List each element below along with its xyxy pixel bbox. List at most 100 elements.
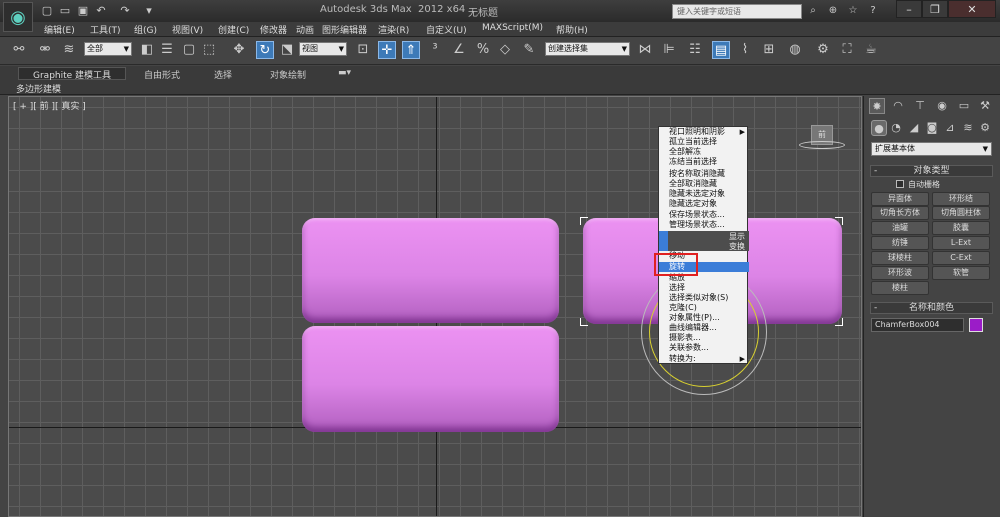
name-and-color-rollout[interactable]: - 名称和颜色 [870,302,993,314]
tab-selection[interactable]: 选择 [214,68,232,81]
render-setup-icon[interactable]: ⚙ [814,41,832,59]
redo-icon[interactable]: ↷ [118,4,132,18]
create-tab-icon[interactable]: ✸ [869,98,885,114]
quad-item-hide-selection[interactable]: 隐藏选定对象 [659,199,749,209]
quad-item-convert-to[interactable]: 转换为: ▶ [659,354,749,364]
quad-item-isolate-selection[interactable]: 孤立当前选择 [659,137,749,147]
help-icon[interactable]: ? [866,4,880,18]
quad-item-dope-sheet[interactable]: 摄影表... [659,333,749,343]
quad-item-save-scene-state[interactable]: 保存场景状态... [659,210,749,220]
quad-item-hide-unselected[interactable]: 隐藏未选定对象 [659,189,749,199]
quad-item-unhide-all[interactable]: 全部取消隐藏 [659,179,749,189]
select-and-link-icon[interactable]: ⚯ [10,41,28,59]
quad-item-unhide-by-name[interactable]: 按名称取消隐藏 [659,169,749,179]
quad-item-manage-scene-states[interactable]: 管理场景状态... [659,220,749,230]
polygon-modeling-label[interactable]: 多边形建模 [16,82,61,95]
edit-named-selection-icon[interactable]: ✎ [520,41,538,59]
object-name-field[interactable]: ChamferBox004 [871,318,964,332]
app-logo-icon[interactable]: ◉ [3,2,33,32]
window-crossing-icon[interactable]: ⬚ [200,41,218,59]
dropdown-icon[interactable]: ▾ [142,4,156,18]
display-tab-icon[interactable]: ▭ [956,98,972,114]
bind-space-warp-icon[interactable]: ≋ [60,41,78,59]
ringwave-button[interactable]: 环形波 [871,266,929,280]
oil-tank-button[interactable]: 油罐 [871,221,929,235]
viewcube-ring[interactable] [799,141,845,149]
schematic-view-icon[interactable]: ⊞ [760,41,778,59]
quad-item-curve-editor[interactable]: 曲线编辑器... [659,323,749,333]
spinner-snap-icon[interactable]: ◇ [496,41,514,59]
menu-maxscript[interactable]: MAXScript(M) [482,23,543,33]
menu-create[interactable]: 创建(C) [218,23,249,36]
rectangular-selection-icon[interactable]: ▢ [180,41,198,59]
search-input[interactable]: 键入关键字或短语 [672,4,802,19]
menu-graph-editors[interactable]: 图形编辑器 [322,23,367,36]
menu-edit[interactable]: 编辑(E) [44,23,75,36]
capsule-button[interactable]: 胶囊 [932,221,990,235]
geometry-icon[interactable]: ● [871,120,887,136]
object-type-rollout[interactable]: - 对象类型 [870,165,993,177]
quad-item-freeze-selection[interactable]: 冻结当前选择 [659,157,749,167]
menu-customize[interactable]: 自定义(U) [426,23,467,36]
quad-item-select[interactable]: 选择 [659,283,749,293]
save-icon[interactable]: ▣ [76,4,90,18]
layer-manager-icon[interactable]: ☷ [686,41,704,59]
selection-filter-dropdown[interactable]: 全部 ▼ [84,42,132,56]
motion-tab-icon[interactable]: ◉ [934,98,950,114]
cameras-icon[interactable]: ◙ [924,120,940,136]
chamfer-cylinder-button[interactable]: 切角圆柱体 [932,206,990,220]
subscription-icon[interactable]: ⊕ [826,4,840,18]
menu-animation[interactable]: 动画 [296,23,314,36]
render-teapot-icon[interactable]: ☕ [862,41,880,59]
chamfer-box-button[interactable]: 切角长方体 [871,206,929,220]
tab-freeform[interactable]: 自由形式 [144,68,180,81]
helpers-icon[interactable]: ⊿ [942,120,958,136]
hedra-button[interactable]: 异面体 [871,192,929,206]
percent-snap-icon[interactable]: % [474,41,492,59]
close-button[interactable]: ✕ [948,0,996,18]
quad-item-viewport-lighting[interactable]: 视口照明和阴影 ▶ [659,127,749,137]
menu-modifiers[interactable]: 修改器 [260,23,287,36]
unlink-icon[interactable]: ⚮ [36,41,54,59]
curve-editor-icon[interactable]: ⌇ [736,41,754,59]
quad-item-select-similar[interactable]: 选择类似对象(S) [659,293,749,303]
torus-knot-button[interactable]: 环形结 [932,192,990,206]
snaps-toggle-icon[interactable]: ³ [426,41,444,59]
autogrid-checkbox[interactable] [896,180,904,188]
lights-icon[interactable]: ◢ [906,120,922,136]
modify-tab-icon[interactable]: ◠ [890,98,906,114]
quad-item-clone[interactable]: 克隆(C) [659,303,749,313]
quad-item-object-properties[interactable]: 对象属性(P)... [659,313,749,323]
l-ext-button[interactable]: L-Ext [932,236,990,250]
menu-help[interactable]: 帮助(H) [556,23,588,36]
select-by-name-icon[interactable]: ☰ [158,41,176,59]
star-icon[interactable]: ☆ [846,4,860,18]
material-editor-icon[interactable]: ◍ [786,41,804,59]
chamfer-box-1[interactable] [302,218,559,323]
minimize-button[interactable]: – [896,0,922,18]
prism-button[interactable]: 棱柱 [871,281,929,295]
maximize-button[interactable]: ❐ [922,0,948,18]
gengon-button[interactable]: 球棱柱 [871,251,929,265]
c-ext-button[interactable]: C-Ext [932,251,990,265]
ribbon-options-icon[interactable]: ▬▾ [338,68,351,78]
primitive-category-dropdown[interactable]: 扩展基本体 ▼ [871,142,992,156]
scale-icon[interactable]: ⬔ [278,41,296,59]
space-warps-icon[interactable]: ≋ [960,120,976,136]
tab-graphite-modeling[interactable]: Graphite 建模工具 [18,67,127,81]
binoculars-icon[interactable]: ⌕ [806,4,820,18]
select-object-icon[interactable]: ◧ [138,41,156,59]
rotate-icon[interactable]: ↻ [256,41,274,59]
align-icon[interactable]: ⊫ [660,41,678,59]
quad-item-unfreeze-all[interactable]: 全部解冻 [659,147,749,157]
hierarchy-tab-icon[interactable]: ⊤ [912,98,928,114]
move-icon[interactable]: ✥ [230,41,248,59]
rendered-frame-icon[interactable]: ⛶ [838,41,856,59]
systems-icon[interactable]: ⚙ [977,120,993,136]
object-color-swatch[interactable] [969,318,983,332]
angle-snap-icon[interactable]: ∠ [450,41,468,59]
keyboard-shortcut-override-icon[interactable]: ⇑ [402,41,420,59]
open-icon[interactable]: ▭ [58,4,72,18]
reference-coordinate-dropdown[interactable]: 视图 ▼ [299,42,347,56]
utilities-tab-icon[interactable]: ⚒ [977,98,993,114]
